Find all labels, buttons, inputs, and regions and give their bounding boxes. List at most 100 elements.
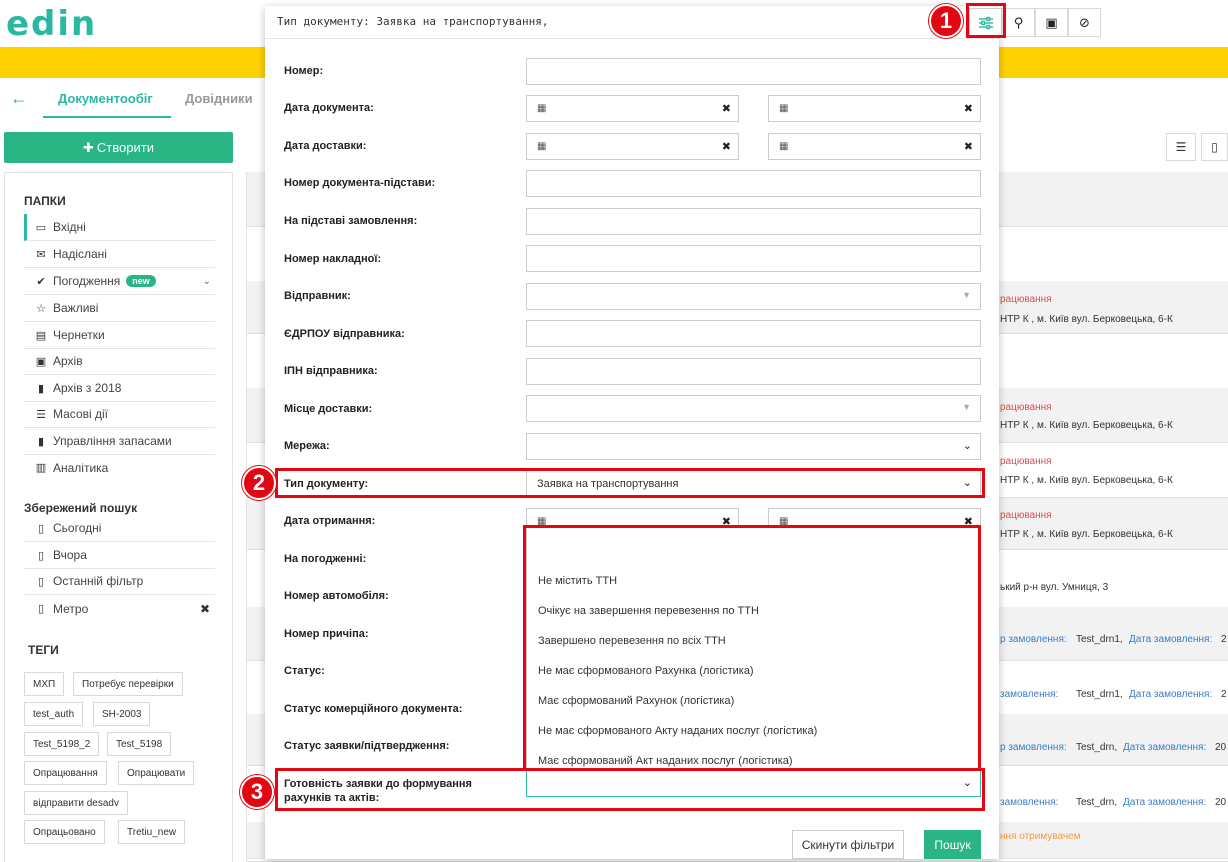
search-icon[interactable]: ⚲	[1002, 8, 1035, 37]
highlight-readiness	[275, 768, 985, 811]
folder-important[interactable]: ☆ Важливі	[24, 295, 215, 322]
row-status: рацювання	[1000, 402, 1052, 413]
saved-yesterday[interactable]: ▯ Вчора	[24, 542, 215, 569]
row-order-value: Test_drn1,	[1076, 634, 1123, 645]
folder-label: Архів	[53, 354, 83, 368]
row-date-label: Дата замовлення:	[1129, 689, 1213, 700]
row-date-value: 2	[1221, 689, 1227, 700]
row-address: НТР К , м. Київ вул. Берковецька, 6-К	[1000, 314, 1173, 325]
tag[interactable]: Опрацьовано	[24, 820, 105, 844]
waybill-number-input[interactable]	[526, 245, 981, 272]
saved-today[interactable]: ▯ Сьогодні	[24, 515, 215, 542]
folders-title: ПАПКИ	[24, 194, 66, 208]
row-status: ння отримувачем	[1000, 831, 1081, 842]
folder-approval[interactable]: ✔ Погодження new ⌄	[24, 268, 215, 295]
clear-icon[interactable]: ✖	[964, 102, 973, 115]
tab-directories[interactable]: Довідники	[185, 91, 253, 106]
field-label: На підставі замовлення:	[284, 215, 418, 227]
field-label: Номер:	[284, 65, 324, 77]
delivery-place-select[interactable]: ▼	[526, 395, 981, 422]
row-status: рацювання	[1000, 294, 1052, 305]
plus-icon: ✚	[83, 139, 94, 155]
folder-label: Масові дії	[53, 407, 108, 421]
saved-metro[interactable]: ▯ Метро ✖	[24, 595, 215, 622]
field-label: ЄДРПОУ відправника:	[284, 328, 405, 340]
check-icon: ✔	[36, 275, 46, 288]
folder-label: Управління запасами	[53, 434, 172, 448]
doc-date-to[interactable]: ▦ ✖	[768, 95, 981, 122]
based-on-order-input[interactable]	[526, 208, 981, 235]
row-order-label: замовлення:	[1000, 797, 1059, 808]
folder-archive-2018[interactable]: ▮ Архів з 2018	[24, 375, 215, 402]
field-label: Номер автомобіля:	[284, 590, 389, 602]
saved-last-filter[interactable]: ▯ Останній фільтр	[24, 568, 215, 595]
tag[interactable]: Опрацювати	[118, 761, 195, 785]
query-text[interactable]: Тип документу: Заявка на транспортування…	[277, 15, 549, 28]
folder-mass-actions[interactable]: ☰ Масові дії	[24, 401, 215, 428]
folder-drafts[interactable]: ▤ Чернетки	[24, 322, 215, 349]
network-select[interactable]: ⌄	[526, 433, 981, 460]
row-date-value: 20	[1215, 797, 1227, 808]
arrow-left-icon[interactable]: ←	[10, 88, 28, 109]
field-label: Місце доставки:	[284, 403, 373, 415]
callout-2: 2	[242, 466, 276, 500]
folder-inbox[interactable]: ▭ Вхідні	[24, 214, 215, 241]
calendar-icon: ▦	[537, 103, 547, 114]
sender-select[interactable]: ▼	[526, 283, 981, 310]
reset-filters-button[interactable]: Скинути фільтри	[792, 830, 904, 859]
field-label: Статус:	[284, 665, 325, 677]
callout-1: 1	[929, 4, 963, 38]
tag[interactable]: Test_5198	[107, 732, 172, 756]
list-view-icon[interactable]: ☰	[1166, 133, 1196, 161]
chevron-down-icon: ⌄	[962, 440, 972, 452]
folder-archive[interactable]: ▣ Архів	[24, 348, 215, 375]
file-icon: ▯	[37, 603, 45, 615]
tag[interactable]: SH-2003	[93, 702, 151, 726]
save-icon[interactable]: ▣	[1035, 8, 1068, 37]
clear-icon[interactable]: ✖	[722, 140, 731, 153]
highlight-doc-type	[275, 468, 985, 498]
query-bar: Тип документу: Заявка на транспортування…	[265, 6, 1002, 39]
field-label: Статус комерційного документа:	[284, 703, 463, 715]
tag[interactable]: Опрацювання	[24, 761, 107, 785]
calendar-icon: ▦	[779, 103, 789, 114]
delivery-date-from[interactable]: ▦ ✖	[526, 133, 739, 160]
folder-analytics[interactable]: ▥ Аналітика	[24, 454, 215, 481]
chevron-down-icon[interactable]: ⌄	[203, 276, 211, 287]
close-icon[interactable]: ✖	[200, 602, 210, 616]
caret-down-icon: ▼	[962, 402, 971, 412]
document-view-icon[interactable]: ▯	[1201, 133, 1228, 161]
doc-date-from[interactable]: ▦ ✖	[526, 95, 739, 122]
folder-sent[interactable]: ✉ Надіслані	[24, 241, 215, 268]
field-label: Дата отримання:	[284, 515, 376, 527]
highlight-filter-toggle	[966, 3, 1006, 38]
field-label: Номер накладної:	[284, 253, 382, 265]
bar-chart-icon: ▥	[35, 462, 47, 474]
base-doc-number-input[interactable]	[526, 170, 981, 197]
row-date-label: Дата замовлення:	[1129, 634, 1213, 645]
tag[interactable]: Test_5198_2	[24, 732, 100, 756]
tab-documents[interactable]: Документообіг	[58, 91, 153, 106]
sender-ipn-input[interactable]	[526, 358, 981, 385]
clear-icon[interactable]: ✖	[722, 102, 731, 115]
ban-icon[interactable]: ⊘	[1068, 8, 1101, 37]
tag[interactable]: відправити desadv	[24, 791, 128, 815]
number-input[interactable]	[526, 58, 981, 85]
clear-icon[interactable]: ✖	[964, 140, 973, 153]
tag[interactable]: test_auth	[24, 702, 84, 726]
row-status: рацювання	[1000, 456, 1052, 467]
tag[interactable]: Потребує перевірки	[73, 672, 183, 696]
active-tab-underline	[43, 116, 171, 118]
archive-icon: ▣	[35, 355, 47, 368]
star-icon: ☆	[36, 302, 46, 315]
tag[interactable]: МХП	[24, 672, 65, 696]
sender-edrpou-input[interactable]	[526, 320, 981, 347]
field-label: На погодженні:	[284, 553, 367, 565]
folder-stock-management[interactable]: ▮ Управління запасами	[24, 428, 215, 455]
folder-label: Важливі	[53, 301, 99, 315]
tag[interactable]: Tretiu_new	[118, 820, 186, 844]
delivery-date-to[interactable]: ▦ ✖	[768, 133, 981, 160]
create-button[interactable]: ✚ Створити	[4, 132, 233, 163]
search-button[interactable]: Пошук	[924, 830, 981, 859]
edin-logo[interactable]: edin	[6, 4, 97, 44]
